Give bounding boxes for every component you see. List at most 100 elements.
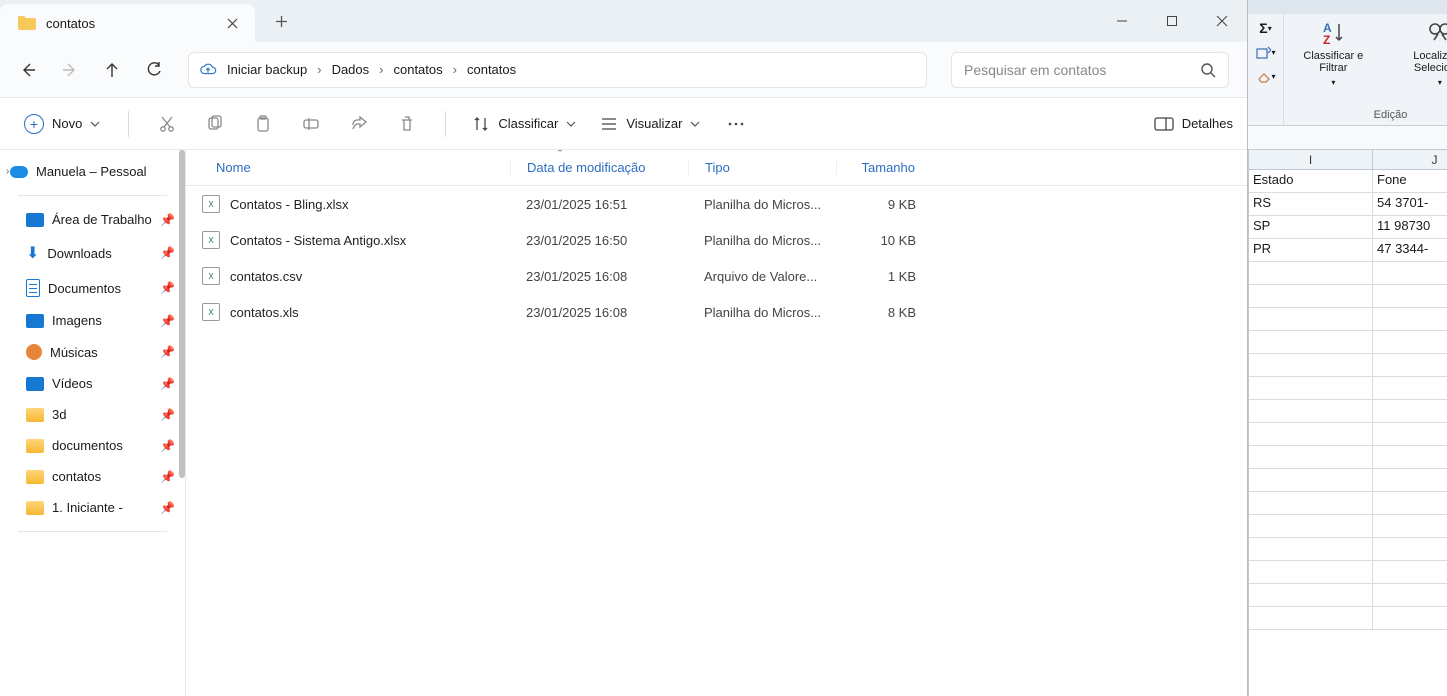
sheet-cell[interactable] [1249, 538, 1373, 561]
sheet-cell[interactable] [1373, 354, 1447, 377]
pin-icon[interactable]: 📌 [160, 377, 175, 391]
details-pane-button[interactable]: Detalhes [1154, 116, 1233, 131]
sidebar-item-folder[interactable]: 3d📌 [0, 399, 185, 430]
breadcrumb[interactable]: Iniciar backup› Dados› contatos› contato… [188, 52, 927, 88]
sheet-row[interactable] [1249, 538, 1447, 561]
sheet-row[interactable] [1249, 423, 1447, 446]
breadcrumb-root[interactable]: Iniciar backup› [227, 62, 322, 77]
sheet-cell[interactable] [1249, 515, 1373, 538]
pin-icon[interactable]: 📌 [160, 281, 175, 295]
sheet-cell[interactable] [1373, 538, 1447, 561]
file-row[interactable]: XContatos - Bling.xlsx23/01/2025 16:51Pl… [186, 186, 1247, 222]
sheet-cell[interactable] [1249, 285, 1373, 308]
minimize-button[interactable] [1097, 0, 1147, 42]
sidebar-item-music[interactable]: Músicas📌 [0, 336, 185, 368]
sheet-cell[interactable] [1373, 515, 1447, 538]
chevron-right-icon[interactable]: › [6, 166, 9, 177]
sheet-row[interactable] [1249, 469, 1447, 492]
file-row[interactable]: Xcontatos.csv23/01/2025 16:08Arquivo de … [186, 258, 1247, 294]
pin-icon[interactable]: 📌 [160, 470, 175, 484]
sheet-cell[interactable]: RS [1249, 193, 1373, 216]
sheet-cell[interactable] [1249, 607, 1373, 630]
share-button[interactable] [339, 107, 379, 141]
refresh-button[interactable] [144, 60, 164, 80]
sheet-cell[interactable] [1249, 492, 1373, 515]
sheet-row[interactable] [1249, 446, 1447, 469]
sheet-cell[interactable] [1373, 469, 1447, 492]
sheet-cell[interactable] [1373, 423, 1447, 446]
sheet-row[interactable] [1249, 354, 1447, 377]
column-header-modified[interactable]: Data de modificação [510, 160, 688, 175]
sheet-cell[interactable]: Estado [1249, 170, 1373, 193]
find-select-button[interactable]: Localizar e Selecionar ▾ [1391, 20, 1447, 107]
file-row[interactable]: Xcontatos.xls23/01/2025 16:08Planilha do… [186, 294, 1247, 330]
sidebar-item-downloads[interactable]: ⬇Downloads📌 [0, 235, 185, 271]
sheet-cell[interactable] [1249, 561, 1373, 584]
sheet-cell[interactable] [1249, 423, 1373, 446]
pin-icon[interactable]: 📌 [160, 213, 175, 227]
cut-button[interactable] [147, 107, 187, 141]
close-window-button[interactable] [1197, 0, 1247, 42]
sheet-cell[interactable]: 54 3701- [1373, 193, 1447, 216]
sidebar-item-folder[interactable]: documentos📌 [0, 430, 185, 461]
sheet-row[interactable]: PR47 3344- [1249, 239, 1447, 262]
column-header-name[interactable]: Nome [186, 160, 510, 175]
sheet-cell[interactable]: 47 3344- [1373, 239, 1447, 262]
view-button[interactable]: Visualizar [592, 110, 708, 137]
sheet-row[interactable]: EstadoFone [1249, 170, 1447, 193]
sheet-row[interactable]: SP11 98730 [1249, 216, 1447, 239]
sheet-cell[interactable] [1373, 607, 1447, 630]
sheet-row[interactable] [1249, 492, 1447, 515]
autosum-button[interactable]: Σ▾ [1256, 20, 1276, 36]
sheet-cell[interactable] [1373, 446, 1447, 469]
sheet-cell[interactable] [1249, 446, 1373, 469]
maximize-button[interactable] [1147, 0, 1197, 42]
sidebar-item-videos[interactable]: Vídeos📌 [0, 368, 185, 399]
file-row[interactable]: XContatos - Sistema Antigo.xlsx23/01/202… [186, 222, 1247, 258]
pin-icon[interactable]: 📌 [160, 314, 175, 328]
column-header-size[interactable]: Tamanho [836, 160, 932, 175]
sheet-row[interactable] [1249, 561, 1447, 584]
sheet-cell[interactable] [1373, 561, 1447, 584]
sidebar-item-desktop[interactable]: Área de Trabalho📌 [0, 204, 185, 235]
forward-button[interactable] [60, 60, 80, 80]
back-button[interactable] [18, 60, 38, 80]
sheet-cell[interactable] [1249, 377, 1373, 400]
new-tab-button[interactable] [261, 0, 301, 42]
paste-button[interactable] [243, 107, 283, 141]
sidebar-item-folder[interactable]: 1. Iniciante - 📌 [0, 492, 185, 523]
breadcrumb-item[interactable]: Dados› [332, 62, 384, 77]
delete-button[interactable] [387, 107, 427, 141]
sheet-cell[interactable] [1373, 285, 1447, 308]
sheet-cell[interactable]: Fone [1373, 170, 1447, 193]
sidebar-onedrive[interactable]: › Manuela – Pessoal [0, 156, 185, 187]
sidebar-scrollbar[interactable] [179, 150, 185, 478]
sheet-cell[interactable] [1249, 584, 1373, 607]
sheet-row[interactable] [1249, 515, 1447, 538]
sheet-cell[interactable] [1373, 584, 1447, 607]
clear-button[interactable]: ▾ [1256, 68, 1276, 84]
breadcrumb-item[interactable]: contatos [467, 62, 516, 77]
sort-filter-button[interactable]: AZ Classificar e Filtrar ▾ [1292, 20, 1375, 107]
close-tab-icon[interactable] [225, 16, 239, 30]
sheet-cell[interactable] [1373, 492, 1447, 515]
sheet-cell[interactable] [1249, 308, 1373, 331]
sheet-cell[interactable] [1249, 331, 1373, 354]
rename-button[interactable] [291, 107, 331, 141]
sheet-cell[interactable] [1249, 400, 1373, 423]
sheet-row[interactable] [1249, 607, 1447, 630]
sheet-row[interactable] [1249, 262, 1447, 285]
more-button[interactable] [716, 107, 756, 141]
window-tab[interactable]: contatos [0, 4, 255, 42]
search-box[interactable] [951, 52, 1229, 88]
sheet-row[interactable] [1249, 377, 1447, 400]
sheet-cell[interactable] [1373, 377, 1447, 400]
sheet-cell[interactable] [1373, 331, 1447, 354]
sheet-cell[interactable] [1249, 354, 1373, 377]
sidebar-item-images[interactable]: Imagens📌 [0, 305, 185, 336]
up-button[interactable] [102, 60, 122, 80]
spreadsheet-grid[interactable]: I J EstadoFoneRS54 3701-SP11 98730PR47 3… [1248, 150, 1447, 696]
column-header[interactable]: J [1373, 150, 1447, 170]
sheet-cell[interactable]: SP [1249, 216, 1373, 239]
sheet-cell[interactable] [1373, 400, 1447, 423]
